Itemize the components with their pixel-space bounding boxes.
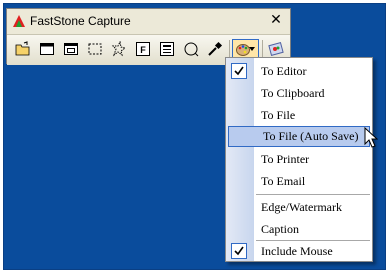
menu-item-caption[interactable]: Caption <box>226 219 372 240</box>
capture-freehand-region-button[interactable] <box>109 39 129 59</box>
svg-text:F: F <box>140 45 146 55</box>
menu-item-label: Include Mouse <box>261 244 333 258</box>
capture-window-object-icon <box>64 43 78 55</box>
open-icon <box>15 41 30 56</box>
menu-item-to-clipboard[interactable]: To Clipboard <box>226 83 372 104</box>
capture-scrolling-window-button[interactable] <box>157 39 177 59</box>
menu-item-to-file-auto-save[interactable]: To File (Auto Save) <box>228 126 370 147</box>
checkmark-icon <box>231 63 247 79</box>
menu-item-label: To Printer <box>261 152 310 166</box>
settings-button[interactable] <box>266 39 286 59</box>
color-picker-button[interactable] <box>205 39 225 59</box>
chevron-down-icon <box>249 47 255 51</box>
capture-rectangular-region-icon <box>88 43 102 55</box>
capture-rectangular-region-button[interactable] <box>85 39 105 59</box>
mouse-cursor-icon <box>364 127 378 148</box>
menu-item-to-email[interactable]: To Email <box>226 171 372 192</box>
app-logo-icon <box>13 15 25 27</box>
menu-item-label: To Clipboard <box>261 86 325 100</box>
capture-active-window-button[interactable] <box>37 39 57 59</box>
capture-fixed-region-icon <box>184 42 199 57</box>
capture-fixed-region-button[interactable] <box>181 39 201 59</box>
desktop-background: FastStone Capture ✕ F To Editor To Clipb… <box>3 3 386 270</box>
menu-item-label: To File (Auto Save) <box>263 129 359 143</box>
checkmark-icon <box>231 243 247 259</box>
settings-icon <box>268 42 284 56</box>
menu-item-label: To Editor <box>261 64 307 78</box>
menu-item-to-file[interactable]: To File <box>226 105 372 126</box>
toolbar-separator <box>262 40 263 58</box>
capture-window-object-button[interactable] <box>61 39 81 59</box>
menu-item-edge-watermark[interactable]: Edge/Watermark <box>226 197 372 218</box>
window-title: FastStone Capture <box>30 14 131 28</box>
capture-full-screen-button[interactable]: F <box>133 39 153 59</box>
faststone-capture-window: FastStone Capture ✕ F <box>6 8 291 65</box>
menu-item-label: To File <box>261 108 296 122</box>
toolbar-separator <box>229 40 230 58</box>
capture-full-screen-icon: F <box>136 42 150 56</box>
menu-separator <box>256 194 370 195</box>
menu-item-to-editor[interactable]: To Editor <box>226 61 372 82</box>
title-bar[interactable]: FastStone Capture ✕ <box>7 9 290 34</box>
color-picker-icon <box>208 41 223 56</box>
capture-scrolling-window-icon <box>160 42 174 56</box>
menu-item-label: To Email <box>261 174 306 188</box>
open-button[interactable] <box>13 39 33 59</box>
capture-freehand-region-icon <box>111 41 127 57</box>
menu-item-to-printer[interactable]: To Printer <box>226 149 372 170</box>
output-options-button[interactable] <box>232 39 259 59</box>
menu-item-include-mouse[interactable]: Include Mouse <box>226 241 372 262</box>
close-button[interactable]: ✕ <box>269 12 283 28</box>
output-options-menu: To Editor To Clipboard To File To File (… <box>225 57 373 262</box>
menu-item-label: Edge/Watermark <box>261 200 342 214</box>
capture-active-window-icon <box>40 43 54 55</box>
menu-item-label: Caption <box>261 222 299 236</box>
